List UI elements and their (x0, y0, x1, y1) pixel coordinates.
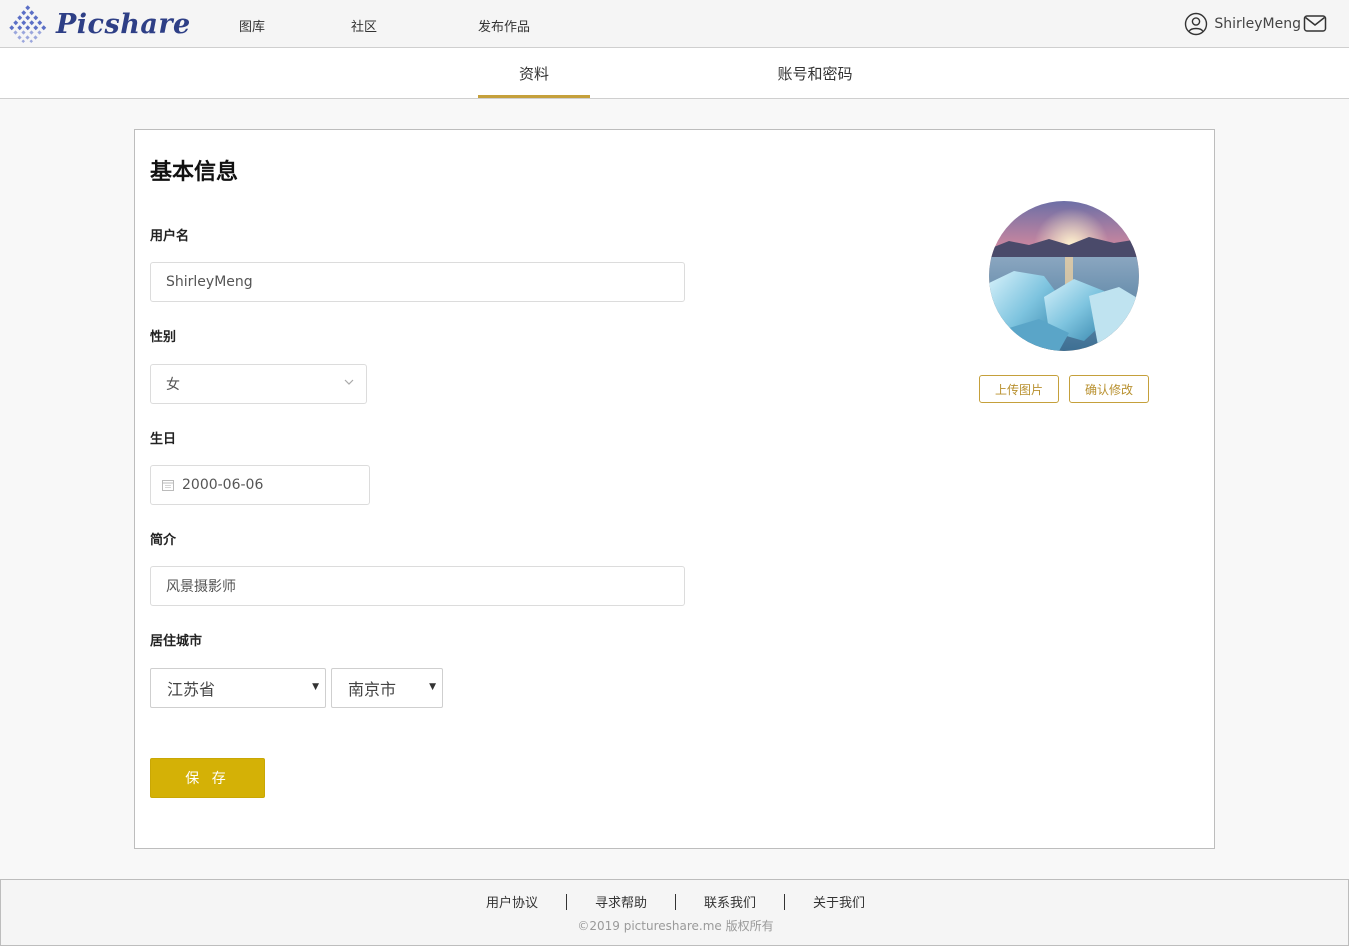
mail-icon[interactable] (1303, 14, 1327, 34)
bio-label: 简介 (150, 533, 177, 548)
birthday-date-picker[interactable]: 2000-06-06 (150, 465, 370, 505)
footer-divider (784, 893, 786, 910)
city-value: 南京市 (348, 680, 397, 699)
footer-link-user-agreement[interactable]: 用户协议 (486, 892, 538, 911)
top-navigation: Picshare 图库 社区 发布作品 ShirleyMeng (0, 0, 1349, 48)
save-button[interactable]: 保 存 (150, 758, 265, 798)
logo-icon (9, 5, 47, 44)
nav-gallery[interactable]: 图库 (239, 16, 265, 35)
footer-links: 用户协议 寻求帮助 联系我们 关于我们 (1, 892, 1349, 911)
bio-value: 风景摄影师 (166, 579, 236, 595)
footer: 用户协议 寻求帮助 联系我们 关于我们 ©2019 pictureshare.m… (0, 879, 1349, 946)
copyright: ©2019 pictureshare.me 版权所有 (577, 919, 774, 933)
gender-label: 性别 (150, 330, 177, 345)
nav-community[interactable]: 社区 (351, 16, 377, 35)
footer-link-contact[interactable]: 联系我们 (704, 892, 756, 911)
username-link[interactable]: ShirleyMeng (1214, 16, 1301, 32)
province-select[interactable]: 江苏省 ▼ (150, 668, 326, 708)
nav-publish[interactable]: 发布作品 (478, 16, 530, 35)
footer-divider (675, 893, 676, 910)
caret-down-icon: ▼ (312, 682, 319, 692)
birthday-label: 生日 (150, 432, 177, 447)
calendar-icon (162, 480, 174, 491)
section-title: 基本信息 (150, 160, 239, 185)
avatar (989, 201, 1139, 351)
gender-value: 女 (166, 377, 180, 393)
province-value: 江苏省 (167, 680, 216, 699)
birthday-value: 2000-06-06 (182, 477, 264, 493)
confirm-change-button[interactable]: 确认修改 (1069, 375, 1149, 403)
tab-profile[interactable]: 资料 (478, 48, 590, 98)
footer-divider (565, 893, 567, 910)
bio-input[interactable]: 风景摄影师 (150, 566, 685, 606)
upload-image-button[interactable]: 上传图片 (979, 375, 1059, 403)
footer-link-about[interactable]: 关于我们 (813, 892, 865, 911)
gender-select[interactable]: 女 (150, 364, 367, 404)
username-input[interactable]: ShirleyMeng (150, 262, 685, 302)
avatar-image (989, 201, 1139, 351)
profile-card: 基本信息 用户名 ShirleyMeng 性别 女 生日 2000-06-06 … (134, 129, 1215, 849)
caret-down-icon: ▼ (429, 682, 436, 692)
logo[interactable]: Picshare (8, 4, 191, 44)
username-label: 用户名 (150, 229, 190, 244)
username-value: ShirleyMeng (166, 274, 253, 290)
tab-account-password[interactable]: 账号和密码 (760, 48, 870, 98)
user-menu: ShirleyMeng (1184, 12, 1327, 36)
logo-text: Picshare (56, 8, 191, 40)
city-select[interactable]: 南京市 ▼ (331, 668, 443, 708)
city-label: 居住城市 (150, 634, 203, 649)
chevron-down-icon (344, 379, 354, 385)
settings-tabs: 资料 账号和密码 (0, 48, 1349, 99)
user-icon[interactable] (1184, 12, 1208, 36)
footer-link-help[interactable]: 寻求帮助 (595, 892, 647, 911)
